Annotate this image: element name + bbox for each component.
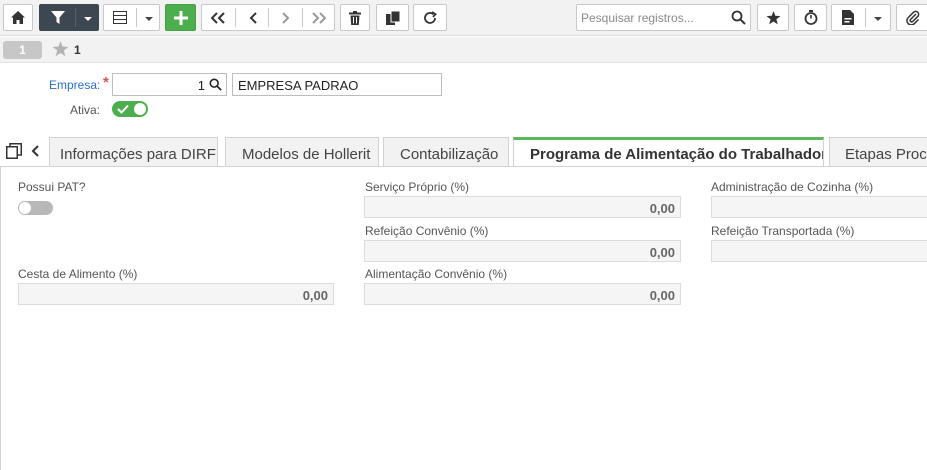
refeicao-convenio-label: Refeição Convênio (%) <box>365 224 489 238</box>
record-navigation-group <box>201 4 335 31</box>
toggle-knob <box>134 103 146 115</box>
attachment-button[interactable] <box>896 4 927 31</box>
administracao-cozinha-label: Administração de Cozinha (%) <box>711 180 874 194</box>
possui-pat-toggle[interactable] <box>18 201 53 215</box>
paperclip-icon <box>906 10 920 25</box>
record-bar: 1 1 <box>0 37 927 63</box>
required-mark: * <box>103 74 109 91</box>
list-icon <box>113 11 127 24</box>
add-button[interactable] <box>165 4 196 31</box>
ativa-toggle[interactable] <box>112 101 148 117</box>
copy-tab-icon[interactable] <box>6 143 22 159</box>
alimentacao-convenio-field[interactable]: 0,00 <box>364 283 681 305</box>
delete-button[interactable] <box>340 4 370 31</box>
file-report-icon <box>842 10 854 25</box>
copy-button[interactable] <box>376 4 409 31</box>
empresa-name-field: EMPRESA PADRAO <box>232 73 442 96</box>
tab-etapas-processo[interactable]: Etapas Proce <box>829 137 927 167</box>
copy-icon <box>385 10 400 25</box>
empresa-code-value: 1 <box>197 78 205 93</box>
search-icon[interactable] <box>209 78 222 91</box>
chevron-down-icon <box>145 17 153 21</box>
last-record-icon[interactable] <box>312 12 326 24</box>
administracao-cozinha-field[interactable] <box>711 196 927 218</box>
record-tab[interactable]: 1 <box>3 41 42 59</box>
star-icon[interactable] <box>52 41 69 57</box>
tab-modelos-hollerit[interactable]: Modelos de Hollerit <box>225 137 379 167</box>
record-number: 1 <box>74 43 81 57</box>
trash-icon <box>349 10 361 25</box>
ativa-label: Ativa: <box>70 103 101 117</box>
chevron-down-icon <box>874 17 882 21</box>
list-view-button[interactable] <box>103 4 160 31</box>
filter-icon <box>51 11 65 24</box>
chevron-left-icon[interactable] <box>31 145 39 157</box>
toolbar <box>0 0 927 36</box>
timer-button[interactable] <box>794 4 827 31</box>
tab-programa-alimentacao[interactable]: Programa de Alimentação do Trabalhador <box>513 137 824 168</box>
favorite-button[interactable] <box>757 4 789 31</box>
first-record-icon[interactable] <box>211 12 225 24</box>
filter-button[interactable] <box>39 4 99 31</box>
search-box <box>576 4 751 31</box>
check-icon <box>117 104 129 114</box>
refeicao-transportada-field[interactable] <box>711 240 927 262</box>
possui-pat-label: Possui PAT? <box>18 180 86 194</box>
refeicao-transportada-label: Refeição Transportada (%) <box>711 224 855 238</box>
refresh-icon <box>424 10 437 24</box>
empresa-label[interactable]: Empresa: <box>49 78 100 92</box>
star-icon <box>766 10 780 24</box>
search-icon[interactable] <box>731 10 746 25</box>
stopwatch-icon <box>804 10 817 25</box>
previous-record-icon[interactable] <box>249 12 257 24</box>
next-record-icon[interactable] <box>282 12 290 24</box>
toggle-knob <box>19 202 31 214</box>
cesta-alimento-label: Cesta de Alimento (%) <box>18 267 138 281</box>
empresa-code-field[interactable]: 1 <box>112 73 227 96</box>
refresh-button[interactable] <box>413 4 447 31</box>
servico-proprio-label: Serviço Próprio (%) <box>365 180 470 194</box>
home-button[interactable] <box>3 4 33 31</box>
alimentacao-convenio-label: Alimentação Convênio (%) <box>365 267 508 281</box>
plus-icon <box>173 10 188 25</box>
tab-contabilizacao[interactable]: Contabilização <box>383 137 509 167</box>
home-icon <box>11 11 25 24</box>
servico-proprio-field[interactable]: 0,00 <box>364 196 681 218</box>
refeicao-convenio-field[interactable]: 0,00 <box>364 240 681 262</box>
report-button[interactable] <box>831 4 891 31</box>
tab-informacoes-dirf[interactable]: Informações para DIRF <box>49 137 218 167</box>
cesta-alimento-field[interactable]: 0,00 <box>18 283 334 305</box>
search-input[interactable] <box>577 5 727 30</box>
chevron-down-icon <box>84 17 92 21</box>
